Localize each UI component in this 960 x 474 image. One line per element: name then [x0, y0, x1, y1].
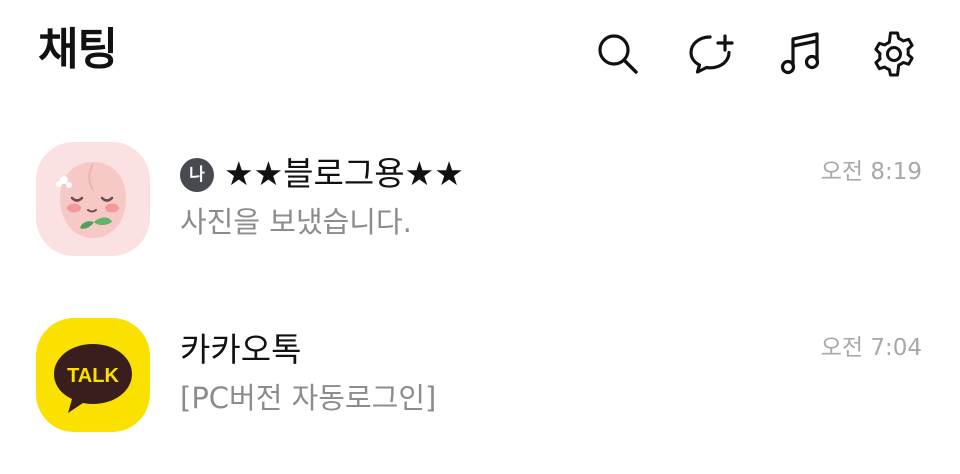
chat-list-item[interactable]: TALK 카카오톡 [PC버전 자동로그인] 오전 7:04 — [0, 318, 960, 458]
new-chat-icon[interactable] — [686, 28, 738, 80]
chat-preview: [PC버전 자동로그인] — [180, 381, 437, 415]
peach-character-avatar — [36, 142, 150, 256]
app-header: 채팅 — [0, 0, 960, 110]
chat-name-text: ★★블로그용★★ — [224, 154, 464, 193]
kakaotalk-logo-avatar: TALK — [36, 318, 150, 432]
chat-name: 카카오톡 — [180, 330, 302, 369]
chat-list-item[interactable]: 나 ★★블로그용★★ 사진을 보냈습니다. 오전 8:19 — [0, 142, 960, 282]
search-icon[interactable] — [592, 28, 644, 80]
settings-icon[interactable] — [868, 28, 920, 80]
chat-time: 오전 8:19 — [820, 159, 922, 185]
me-badge: 나 — [180, 158, 214, 192]
page-title: 채팅 — [38, 24, 118, 75]
chat-time: 오전 7:04 — [820, 335, 922, 361]
chat-name: 나 ★★블로그용★★ — [180, 152, 464, 196]
music-icon[interactable] — [777, 28, 829, 80]
chat-preview: 사진을 보냈습니다. — [180, 205, 412, 239]
kakaotalk-logo-text: TALK — [67, 365, 119, 387]
